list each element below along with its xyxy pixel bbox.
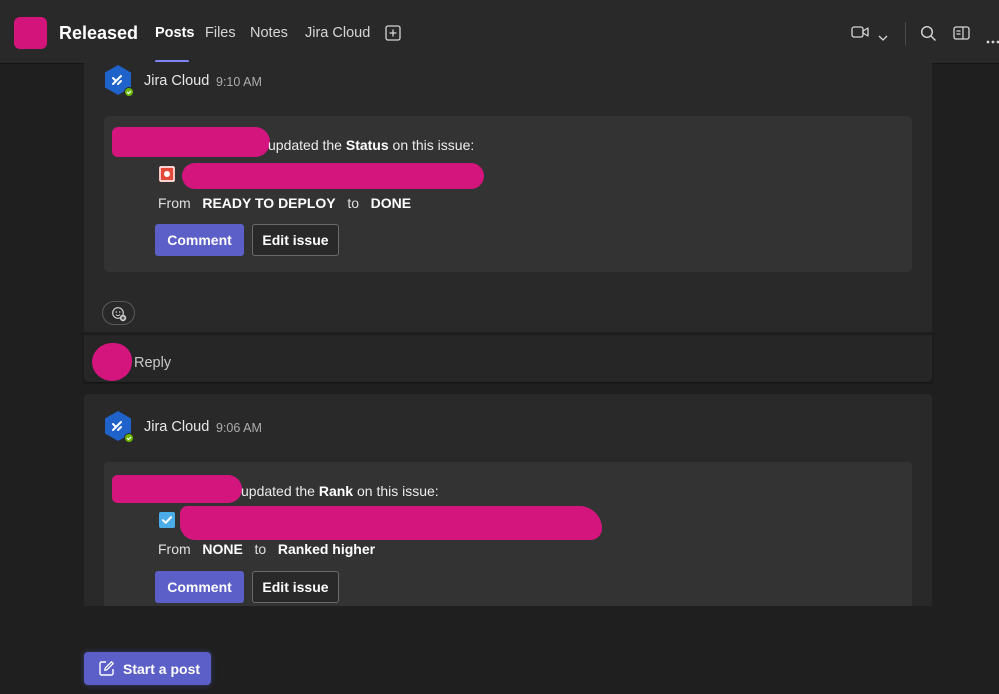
compose-icon [98,660,115,680]
comment-button[interactable]: Comment [155,571,244,603]
emoji-add-icon [112,307,127,322]
edit-issue-button[interactable]: Edit issue [252,224,339,256]
summary-prefix: updated the [268,137,346,153]
add-tab-icon[interactable] [385,25,401,46]
timestamp: 9:10 AM [216,75,262,89]
reply-button[interactable]: Reply [134,355,171,371]
team-avatar[interactable] [14,17,47,49]
summary-field: Status [345,137,389,153]
edit-issue-button[interactable]: Edit issue [252,571,339,603]
from-value: NONE [202,541,243,557]
adaptive-card: updated the Status on this issue: From R… [104,116,912,272]
channel-title: Released [59,23,139,43]
post-message: Jira Cloud 9:10 AM updated the Status on… [84,62,932,332]
redacted-user [112,127,270,157]
summary-suffix: on this issue: [388,137,475,153]
status-change: From READY TO DEPLOY to DONE [158,195,411,211]
add-reaction-button[interactable] [102,301,135,325]
to-value: Ranked higher [277,541,376,557]
reply-bar[interactable]: Reply [84,334,932,382]
timestamp: 9:06 AM [216,421,262,435]
from-value: READY TO DEPLOY [202,195,336,211]
video-call-icon[interactable] [851,25,869,44]
redacted-issue-title[interactable] [180,506,602,540]
to-label: to [347,195,359,211]
tab-files[interactable]: Files [205,25,236,41]
jira-cloud-avatar [102,410,134,443]
to-value: DONE [370,195,412,211]
search-icon[interactable] [920,25,937,47]
tab-jira-cloud[interactable]: Jira Cloud [305,25,370,41]
channel-header: Released Posts Files Notes Jira Cloud [0,0,999,64]
card-summary: updated the Rank on this issue: [241,483,439,499]
bug-icon [159,166,175,182]
summary-suffix: on this issue: [353,483,439,499]
open-pane-icon[interactable] [953,26,970,45]
summary-prefix: updated the [241,483,319,499]
toolbar-divider [905,22,906,45]
start-post-label: Start a post [123,661,201,677]
status-change: From NONE to Ranked higher [158,541,375,557]
from-label: From [158,195,191,211]
comment-button[interactable]: Comment [155,224,244,256]
tab-notes[interactable]: Notes [250,25,288,41]
summary-field: Rank [318,483,354,499]
card-summary: updated the Status on this issue: [268,137,474,153]
more-options-icon[interactable] [986,31,999,49]
redacted-issue-title[interactable] [182,163,484,189]
author-name[interactable]: Jira Cloud [144,419,209,435]
redacted-avatar [92,343,132,381]
jira-cloud-avatar [102,64,134,97]
tab-posts[interactable]: Posts [155,25,195,41]
to-label: to [254,541,267,557]
adaptive-card: updated the Rank on this issue: From NON… [104,462,912,606]
from-label: From [158,541,191,557]
start-post-button[interactable]: Start a post [84,652,211,685]
chevron-down-icon[interactable] [878,29,888,47]
redacted-user [112,475,242,503]
author-name[interactable]: Jira Cloud [144,73,209,89]
task-icon [159,512,175,528]
post-message: Jira Cloud 9:06 AM updated the Rank on t… [84,394,932,606]
